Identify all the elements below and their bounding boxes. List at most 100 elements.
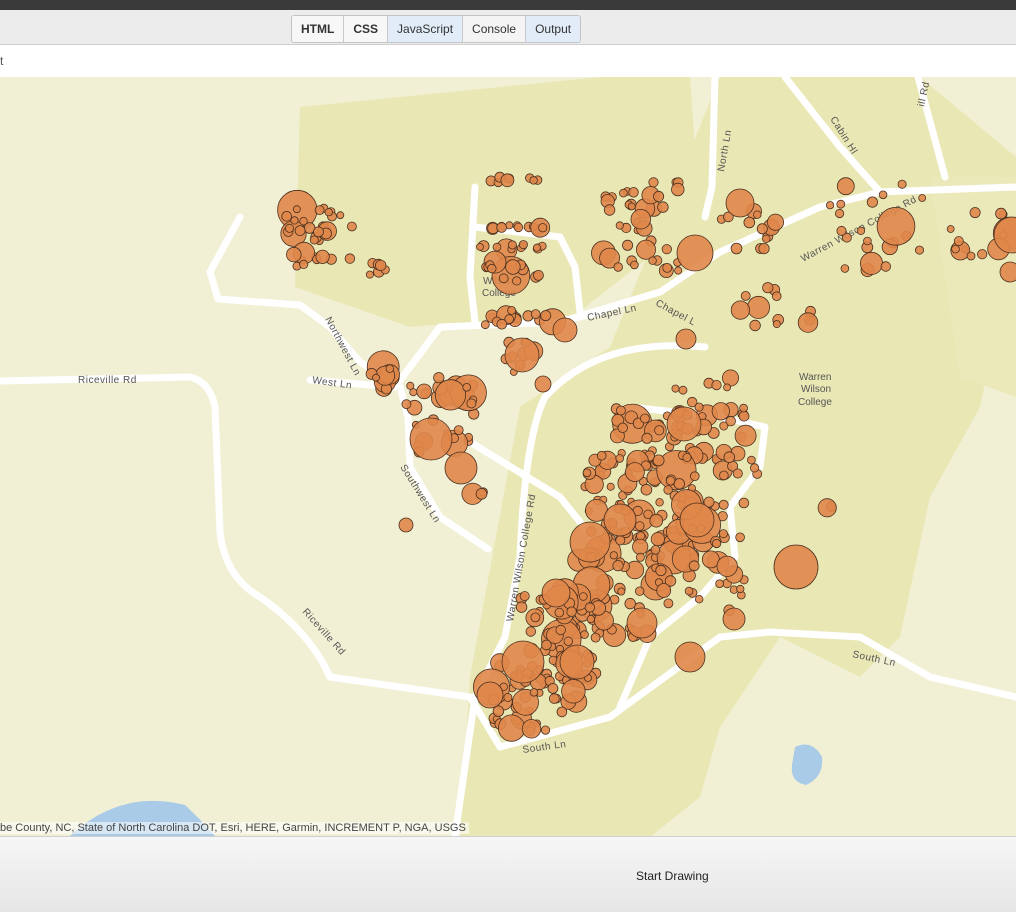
map-canvas[interactable]: Riceville Rd Riceville Rd Northwest Ln W…	[0, 77, 1016, 836]
map-point	[534, 375, 552, 393]
map-point	[719, 421, 729, 431]
map-point	[880, 261, 892, 272]
tab-html[interactable]: HTML	[292, 16, 345, 42]
map-point	[656, 583, 672, 598]
map-point	[324, 208, 333, 217]
map-point	[665, 476, 676, 486]
map-point	[834, 208, 845, 219]
map-point	[876, 207, 916, 246]
map-point	[946, 225, 955, 233]
panel-toggle-group: HTML CSS JavaScript Console Output	[291, 15, 582, 43]
map-point	[678, 385, 688, 395]
map-point	[918, 194, 927, 202]
map-point	[433, 372, 445, 384]
map-point	[767, 213, 785, 231]
map-point	[619, 188, 628, 198]
map-point	[294, 225, 306, 237]
map-point	[613, 262, 623, 272]
tab-css[interactable]: CSS	[344, 16, 389, 42]
map-point	[756, 223, 768, 235]
map-point	[529, 176, 538, 185]
map-point	[554, 607, 565, 618]
tab-console[interactable]: Console	[463, 16, 527, 42]
map-point	[674, 641, 706, 673]
map-point	[548, 693, 560, 704]
map-point	[566, 606, 577, 617]
map-point	[365, 270, 374, 279]
map-point	[434, 379, 467, 411]
map-point	[718, 499, 729, 510]
map-point	[409, 417, 453, 461]
map-point	[603, 204, 616, 216]
map-point	[635, 586, 645, 596]
map-point	[346, 221, 357, 232]
map-point	[655, 498, 664, 507]
map-point	[663, 598, 674, 609]
map-point	[641, 432, 653, 444]
map-point	[519, 591, 530, 602]
map-point	[654, 425, 665, 436]
map-point	[674, 266, 683, 275]
map-point	[503, 693, 513, 703]
map-point	[915, 245, 925, 255]
map-point	[722, 607, 746, 631]
map-point	[836, 199, 846, 209]
map-point	[530, 612, 541, 623]
tab-javascript[interactable]: JavaScript	[388, 16, 464, 42]
map-point	[525, 626, 537, 637]
map-point	[730, 242, 743, 255]
map-point	[652, 454, 665, 467]
map-point	[492, 242, 502, 252]
map-point	[462, 382, 472, 392]
map-point	[632, 538, 649, 555]
map-point	[736, 584, 745, 594]
tab-output[interactable]: Output	[526, 16, 581, 42]
map-point	[496, 318, 508, 330]
map-point	[612, 560, 624, 572]
map-point	[281, 211, 293, 222]
map-point	[640, 413, 650, 424]
place-label-college-2b: Wilson	[801, 384, 831, 395]
map-point	[292, 205, 301, 214]
map-point	[622, 239, 634, 251]
map-point	[552, 317, 578, 343]
map-point	[860, 251, 884, 275]
map-point	[661, 244, 672, 255]
start-drawing-button[interactable]: Start Drawing	[630, 867, 715, 885]
map-point	[897, 179, 907, 189]
map-view[interactable]: Riceville Rd Riceville Rd Northwest Ln W…	[0, 77, 1016, 836]
map-point	[497, 714, 526, 742]
map-point	[866, 196, 879, 208]
map-point	[673, 478, 686, 490]
map-point	[561, 679, 586, 704]
map-point	[635, 552, 645, 562]
map-point	[500, 173, 515, 188]
map-point	[513, 222, 524, 233]
map-point	[773, 544, 819, 590]
map-point	[739, 403, 748, 413]
map-point	[475, 488, 488, 500]
map-point	[732, 468, 743, 479]
map-point	[299, 216, 308, 226]
map-point	[679, 502, 715, 538]
map-point	[624, 597, 636, 610]
map-point	[518, 240, 528, 250]
map-point	[762, 282, 774, 294]
map-point	[878, 190, 888, 200]
map-point	[540, 725, 551, 735]
map-point	[711, 379, 722, 391]
map-point	[617, 587, 626, 596]
map-point	[555, 624, 566, 636]
map-point	[715, 579, 724, 589]
map-point	[725, 188, 755, 218]
map-point	[453, 425, 464, 436]
map-point	[628, 187, 639, 198]
map-point	[711, 402, 730, 421]
map-point	[569, 521, 611, 563]
map-point	[480, 320, 490, 330]
map-point	[466, 398, 477, 409]
map-point	[675, 328, 697, 350]
map-point	[825, 201, 835, 210]
map-point	[966, 251, 976, 261]
map-point	[671, 384, 680, 393]
